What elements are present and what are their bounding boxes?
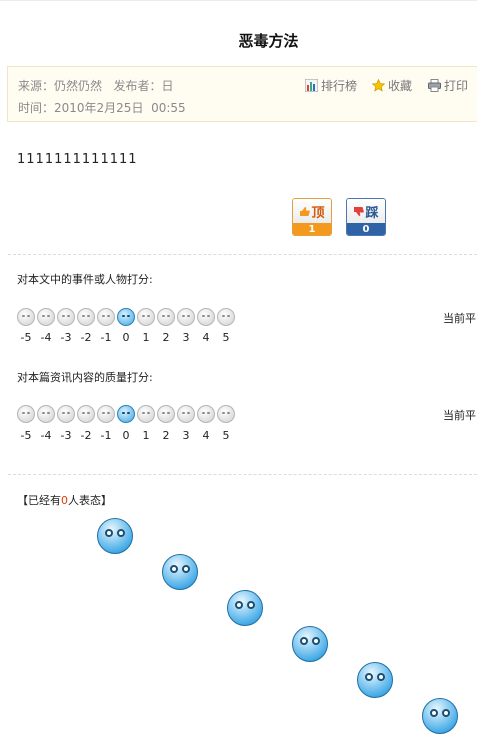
event-rating-faces[interactable] <box>17 308 235 326</box>
thumbs-down-icon <box>354 206 365 216</box>
face-icon[interactable] <box>37 405 55 423</box>
score-label: -3 <box>60 429 72 442</box>
rank-label: 排行榜 <box>321 79 358 93</box>
score-label: 0 <box>122 331 130 344</box>
score-label: 5 <box>222 331 230 344</box>
score-label: 1 <box>142 331 150 344</box>
score-label: -2 <box>80 429 92 442</box>
upvote-label: 顶 <box>311 205 325 221</box>
face-icon[interactable] <box>197 405 215 423</box>
face-icon[interactable] <box>217 405 235 423</box>
face-icon[interactable] <box>97 518 133 554</box>
score-label: 2 <box>162 331 170 344</box>
event-rating-prompt: 对本文中的事件或人物打分: <box>17 273 153 286</box>
face-icon[interactable] <box>97 308 115 326</box>
print-link[interactable]: 打印 <box>428 77 468 94</box>
face-icon[interactable] <box>292 626 328 662</box>
thumbs-up-icon <box>300 206 311 216</box>
score-label: -4 <box>40 429 52 442</box>
face-icon[interactable] <box>422 698 458 734</box>
downvote-button[interactable]: 踩 0 <box>346 198 386 236</box>
face-icon[interactable] <box>97 405 115 423</box>
event-current-score: 当前平 <box>443 312 476 325</box>
score-label: -1 <box>100 429 112 442</box>
score-label: -3 <box>60 331 72 344</box>
article-source-line: 来源：仍然仍然 发布者：日 <box>18 79 174 93</box>
page-title: 恶毒方法 <box>238 32 299 50</box>
face-icon[interactable] <box>227 590 263 626</box>
face-icon[interactable] <box>157 405 175 423</box>
face-icon[interactable] <box>57 308 75 326</box>
top-divider <box>0 0 477 1</box>
score-label: 4 <box>202 429 210 442</box>
face-icon[interactable] <box>137 405 155 423</box>
score-label: 0 <box>122 429 130 442</box>
face-icon[interactable] <box>177 308 195 326</box>
downvote-label: 踩 <box>365 205 379 221</box>
score-label: 2 <box>162 429 170 442</box>
downvote-count: 0 <box>347 223 385 235</box>
face-icon[interactable] <box>217 308 235 326</box>
rank-link[interactable]: 排行榜 <box>305 77 357 94</box>
quality-current-score: 当前平 <box>443 409 476 422</box>
score-label: 5 <box>222 429 230 442</box>
article-info-box: 来源：仍然仍然 发布者：日 时间：2010年2月25日 00:55 排行榜 收藏… <box>7 66 477 122</box>
face-icon[interactable] <box>57 405 75 423</box>
score-label: -2 <box>80 331 92 344</box>
face-icon[interactable] <box>357 662 393 698</box>
event-rating-scores: -5 -4 -3 -2 -1 0 1 2 3 4 5 <box>17 331 235 344</box>
quality-rating-faces[interactable] <box>17 405 235 423</box>
face-icon[interactable] <box>17 308 35 326</box>
favorite-link[interactable]: 收藏 <box>372 77 412 94</box>
face-icon[interactable] <box>157 308 175 326</box>
score-label: -4 <box>40 331 52 344</box>
face-icon[interactable] <box>117 405 135 423</box>
article-body: 1111111111111 <box>17 152 138 167</box>
face-icon[interactable] <box>197 308 215 326</box>
divider <box>8 254 477 255</box>
face-icon[interactable] <box>162 554 198 590</box>
face-icon[interactable] <box>137 308 155 326</box>
face-icon[interactable] <box>77 308 95 326</box>
print-label: 打印 <box>444 79 469 93</box>
quality-rating-prompt: 对本篇资讯内容的质量打分: <box>17 371 153 384</box>
face-icon[interactable] <box>17 405 35 423</box>
score-label: 3 <box>182 331 190 344</box>
score-label: 3 <box>182 429 190 442</box>
face-icon[interactable] <box>77 405 95 423</box>
score-label: 1 <box>142 429 150 442</box>
upvote-count: 1 <box>293 223 331 235</box>
score-label: -1 <box>100 331 112 344</box>
upvote-button[interactable]: 顶 1 <box>292 198 332 236</box>
mood-suffix: 人表态】 <box>68 494 112 507</box>
face-icon[interactable] <box>177 405 195 423</box>
mood-count: 0 <box>61 494 68 507</box>
article-time-line: 时间：2010年2月25日 00:55 <box>18 101 186 115</box>
face-icon[interactable] <box>37 308 55 326</box>
favorite-label: 收藏 <box>388 79 413 93</box>
score-label: -5 <box>20 429 32 442</box>
mood-count-line: 【已经有0人表态】 <box>17 492 112 508</box>
divider <box>8 474 477 475</box>
quality-rating-scores: -5 -4 -3 -2 -1 0 1 2 3 4 5 <box>17 429 235 442</box>
face-icon[interactable] <box>117 308 135 326</box>
printer-icon <box>428 79 441 92</box>
mood-prefix: 【已经有 <box>17 494 61 507</box>
star-icon <box>372 79 385 92</box>
score-label: 4 <box>202 331 210 344</box>
score-label: -5 <box>20 331 32 344</box>
bar-chart-icon <box>305 79 318 92</box>
